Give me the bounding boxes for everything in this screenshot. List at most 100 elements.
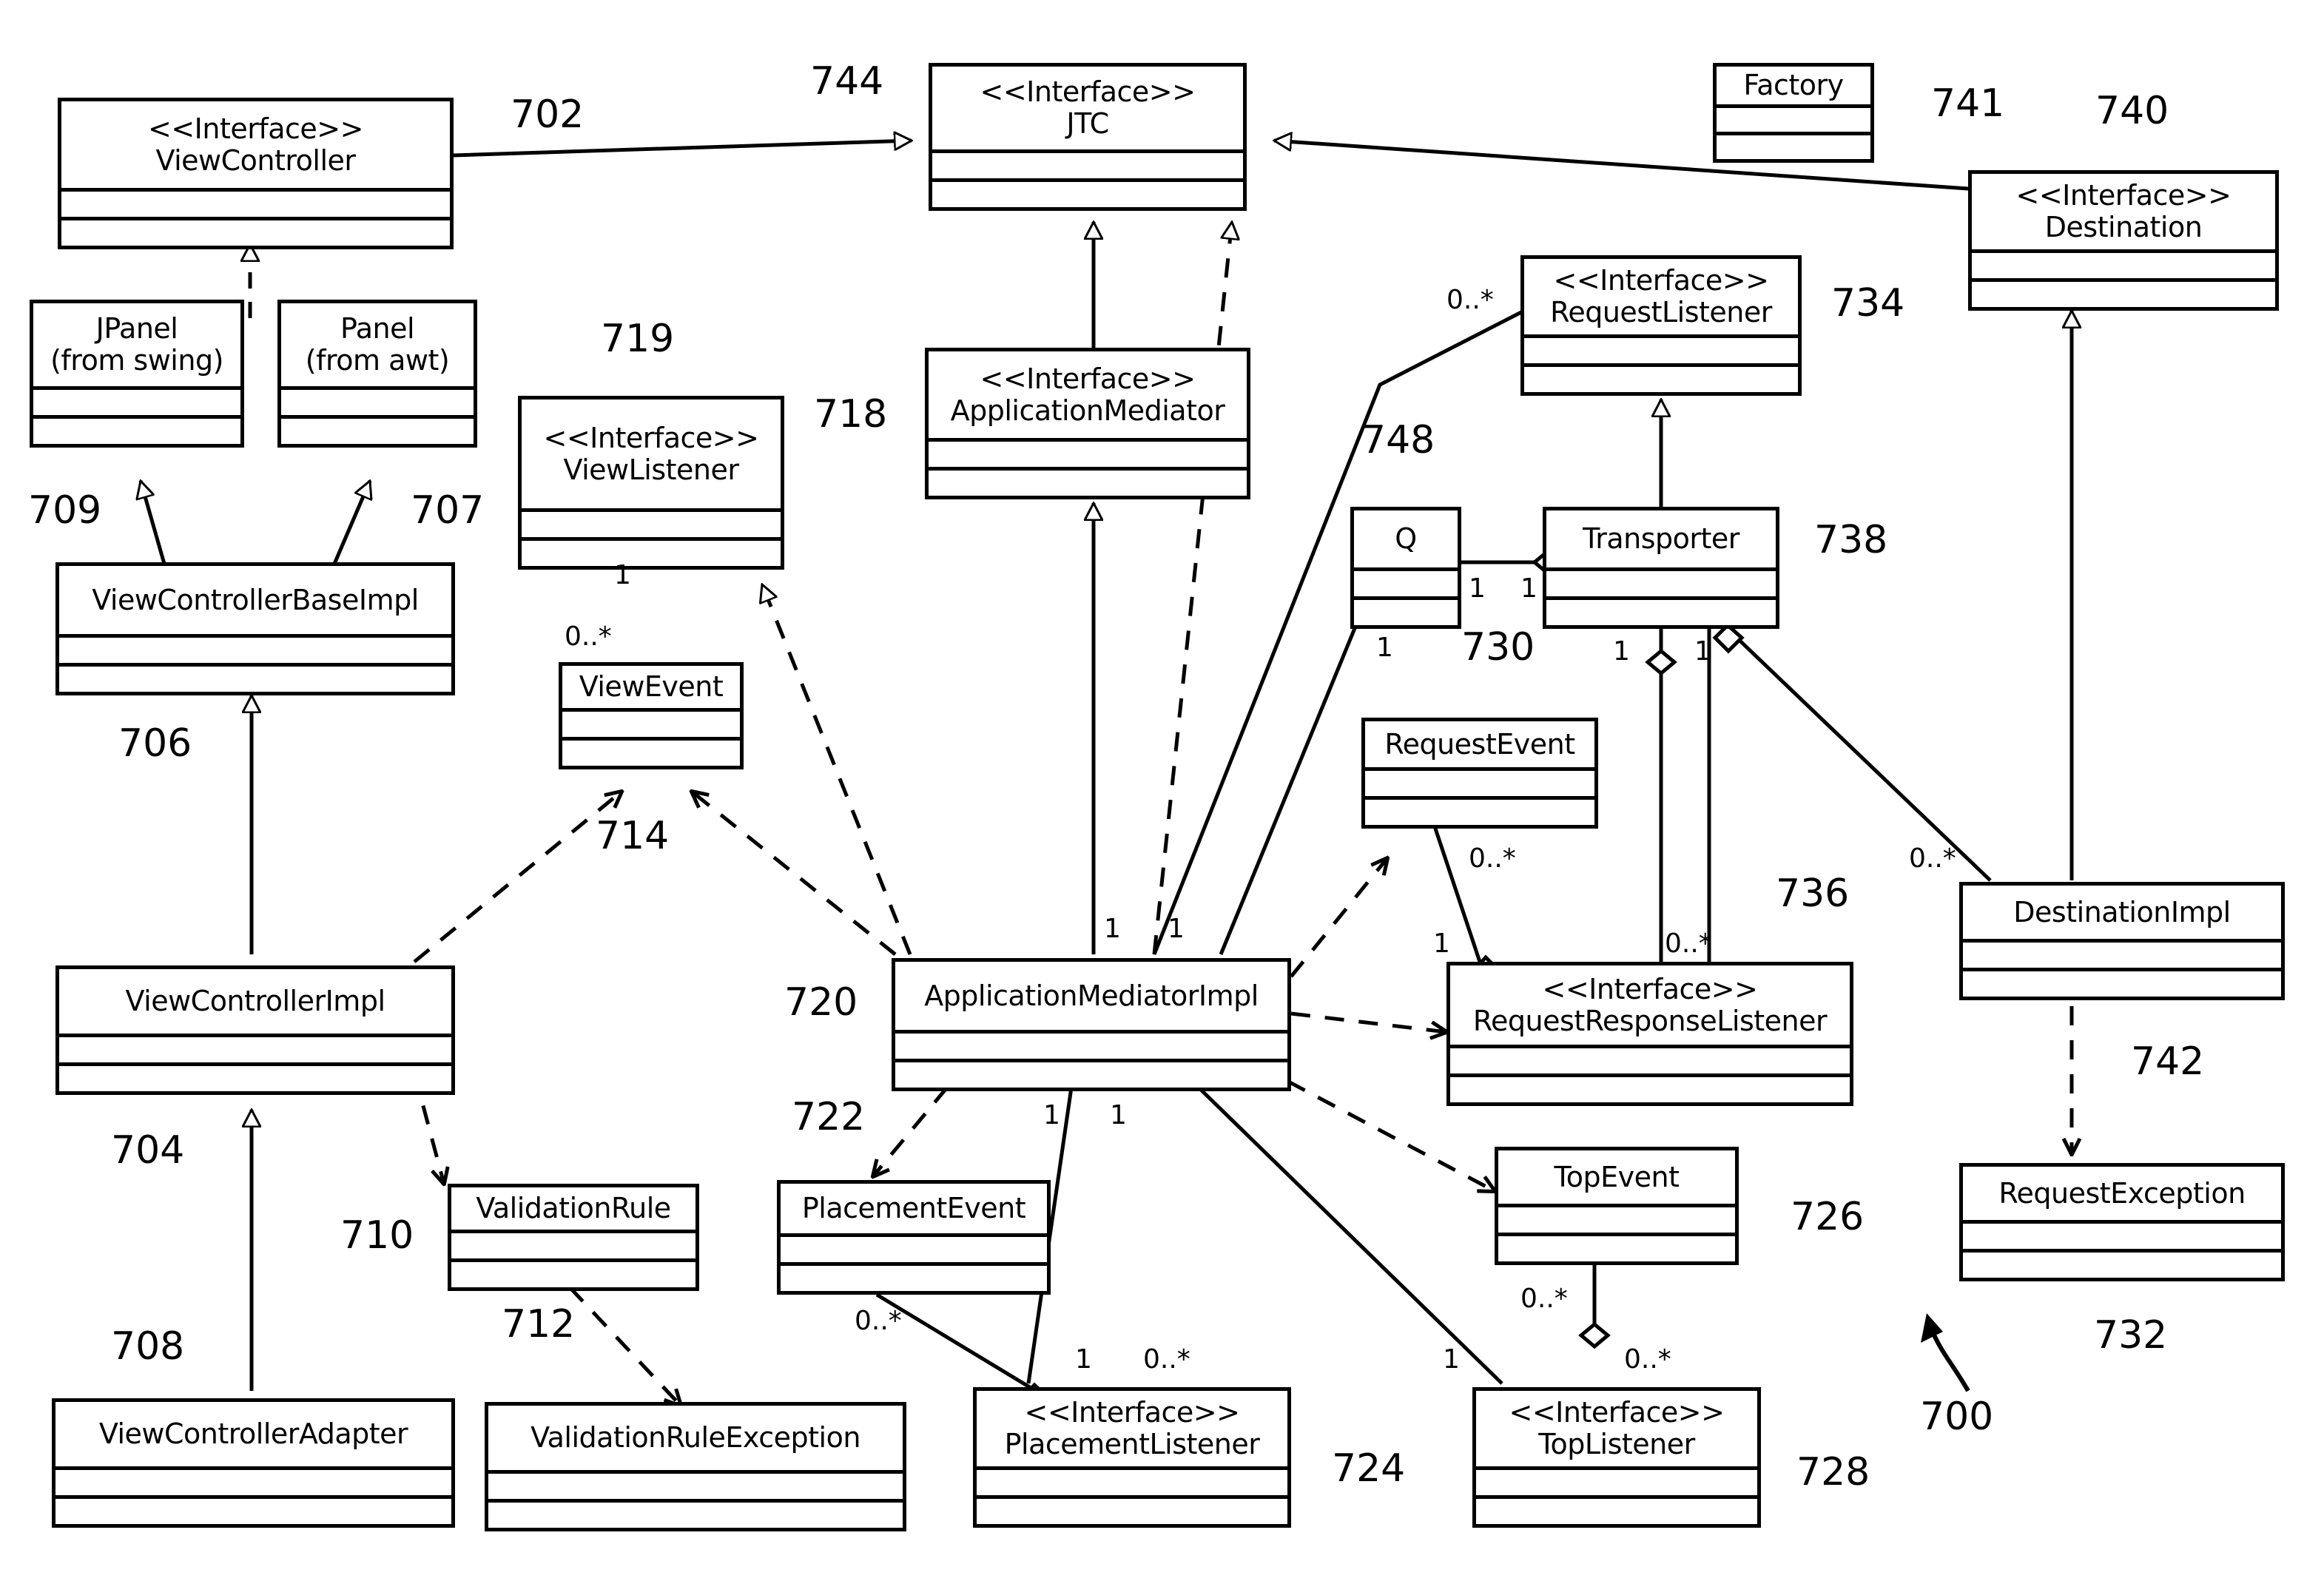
stereotype-label: <<Interface>> <box>2015 179 2232 212</box>
class-box-jtc[interactable]: <<Interface>> JTC <box>929 63 1247 211</box>
class-box-view-controller[interactable]: <<Interface>> ViewController <box>58 98 454 249</box>
multiplicity-placement-listener-right: 0..* <box>1143 1344 1190 1375</box>
attributes-compartment <box>1717 104 1870 132</box>
class-title: TopListener <box>1538 1428 1695 1460</box>
operations-compartment <box>59 663 451 692</box>
attributes-compartment <box>932 149 1243 178</box>
class-name-placement-listener: <<Interface>> PlacementListener <box>977 1391 1287 1466</box>
class-title: TopEvent <box>1554 1160 1680 1193</box>
class-box-request-response-listener[interactable]: <<Interface>> RequestResponseListener <box>1446 962 1853 1106</box>
class-box-destination[interactable]: <<Interface>> Destination <box>1968 170 2279 311</box>
attributes-compartment <box>55 1466 451 1495</box>
class-box-q[interactable]: Q <box>1350 507 1461 629</box>
class-title: ViewControllerAdapter <box>98 1417 408 1451</box>
class-box-factory[interactable]: Factory <box>1713 63 1874 163</box>
attributes-compartment <box>1476 1466 1757 1495</box>
ref-label-712: 712 <box>502 1302 576 1346</box>
stereotype-label: <<Interface>> <box>1024 1396 1241 1429</box>
operations-compartment <box>932 178 1243 207</box>
ref-label-728: 728 <box>1796 1450 1870 1494</box>
ref-label-706: 706 <box>118 721 192 766</box>
class-box-request-listener[interactable]: <<Interface>> RequestListener <box>1520 255 1802 396</box>
operations-compartment <box>1717 131 1870 159</box>
class-box-view-controller-impl[interactable]: ViewControllerImpl <box>55 965 455 1095</box>
class-box-validation-rule[interactable]: ValidationRule <box>448 1184 699 1291</box>
class-box-view-controller-adapter[interactable]: ViewControllerAdapter <box>52 1398 455 1528</box>
class-box-view-controller-base-impl[interactable]: ViewControllerBaseImpl <box>55 562 455 695</box>
ref-label-726: 726 <box>1791 1195 1865 1239</box>
class-name-q: Q <box>1354 510 1458 567</box>
multiplicity-request-event-bottom: 0..* <box>1469 843 1516 874</box>
multiplicity-q-bottom: 1 <box>1376 633 1393 663</box>
uml-class-diagram: <<Interface>> ViewController 702 JPanel … <box>0 0 2324 1581</box>
operations-compartment <box>895 1059 1287 1088</box>
class-title: RequestResponseListener <box>1472 1004 1828 1037</box>
attributes-compartment <box>59 634 451 663</box>
class-box-transporter[interactable]: Transporter <box>1543 507 1779 629</box>
class-title: DestinationImpl <box>2013 895 2231 928</box>
multiplicity-placement-listener-left: 1 <box>1075 1344 1092 1375</box>
operations-compartment <box>781 1262 1047 1291</box>
multiplicity-q-transporter-right: 1 <box>1520 573 1537 604</box>
class-name-destination: <<Interface>> Destination <box>1972 174 2275 249</box>
multiplicity-top-listener-left: 1 <box>1443 1344 1460 1375</box>
class-title: Q <box>1395 522 1417 556</box>
attributes-compartment <box>1963 1220 2281 1249</box>
attributes-compartment <box>1524 334 1798 363</box>
class-package: (from awt) <box>305 344 450 377</box>
class-title: ValidationRuleException <box>531 1421 860 1454</box>
stereotype-label: <<Interface>> <box>1542 972 1759 1005</box>
multiplicity-mediator-bottom-right: 1 <box>1110 1100 1127 1130</box>
operations-compartment <box>1354 596 1458 625</box>
ref-label-742: 742 <box>2131 1039 2205 1084</box>
class-box-application-mediator[interactable]: <<Interface>> ApplicationMediator <box>925 348 1250 499</box>
ref-label-730: 730 <box>1461 625 1535 670</box>
class-box-view-listener[interactable]: <<Interface>> ViewListener <box>518 396 784 570</box>
operations-compartment <box>488 1499 903 1528</box>
class-box-top-event[interactable]: TopEvent <box>1495 1147 1739 1265</box>
class-title: ApplicationMediatorImpl <box>924 979 1259 1012</box>
class-box-jpanel[interactable]: JPanel (from swing) <box>30 300 244 448</box>
multiplicity-mediator-bottom-left: 1 <box>1043 1100 1060 1130</box>
class-box-application-mediator-impl[interactable]: ApplicationMediatorImpl <box>892 958 1291 1091</box>
class-box-top-listener[interactable]: <<Interface>> TopListener <box>1472 1387 1761 1528</box>
class-box-destination-impl[interactable]: DestinationImpl <box>1959 882 2285 1000</box>
class-box-placement-listener[interactable]: <<Interface>> PlacementListener <box>973 1387 1291 1528</box>
ref-label-709: 709 <box>28 488 102 533</box>
class-box-request-event[interactable]: RequestEvent <box>1361 718 1598 829</box>
class-box-validation-rule-exception[interactable]: ValidationRuleException <box>485 1402 906 1531</box>
operations-compartment <box>1365 796 1594 825</box>
operations-compartment <box>1498 1233 1735 1261</box>
class-name-top-event: TopEvent <box>1498 1150 1735 1204</box>
multiplicity-transporter-bottom-right: 1 <box>1694 636 1711 667</box>
class-name-view-controller: <<Interface>> ViewController <box>61 101 450 188</box>
class-box-view-event[interactable]: ViewEvent <box>559 662 744 769</box>
class-name-panel: Panel (from awt) <box>281 303 474 386</box>
ref-label-732: 732 <box>2094 1313 2168 1358</box>
class-box-placement-event[interactable]: PlacementEvent <box>777 1180 1051 1295</box>
class-name-application-mediator-impl: ApplicationMediatorImpl <box>895 962 1287 1030</box>
stereotype-label: <<Interface>> <box>1509 1396 1725 1429</box>
multiplicity-request-listener-end: 0..* <box>1446 285 1494 315</box>
ref-label-738: 738 <box>1814 518 1888 562</box>
multiplicity-request-response-listener-right: 0..* <box>1665 928 1712 959</box>
class-box-panel[interactable]: Panel (from awt) <box>277 300 477 448</box>
class-title: JPanel <box>95 312 178 345</box>
class-box-request-exception[interactable]: RequestException <box>1959 1163 2285 1281</box>
ref-label-736: 736 <box>1776 872 1850 916</box>
multiplicity-q-transporter-left: 1 <box>1469 573 1486 604</box>
operations-compartment <box>61 217 450 246</box>
class-name-request-event: RequestEvent <box>1365 721 1594 767</box>
operations-compartment <box>55 1495 451 1524</box>
class-title: Factory <box>1743 69 1844 101</box>
class-name-request-response-listener: <<Interface>> RequestResponseListener <box>1450 965 1850 1045</box>
class-title: RequestListener <box>1550 296 1772 328</box>
stereotype-label: <<Interface>> <box>543 421 760 454</box>
attributes-compartment <box>1972 249 2275 278</box>
attributes-compartment <box>61 188 450 217</box>
figure-label-700: 700 <box>1920 1395 1994 1439</box>
operations-compartment <box>977 1495 1287 1524</box>
operations-compartment <box>281 415 474 444</box>
attributes-compartment <box>1498 1204 1735 1233</box>
ref-label-702: 702 <box>511 92 585 137</box>
